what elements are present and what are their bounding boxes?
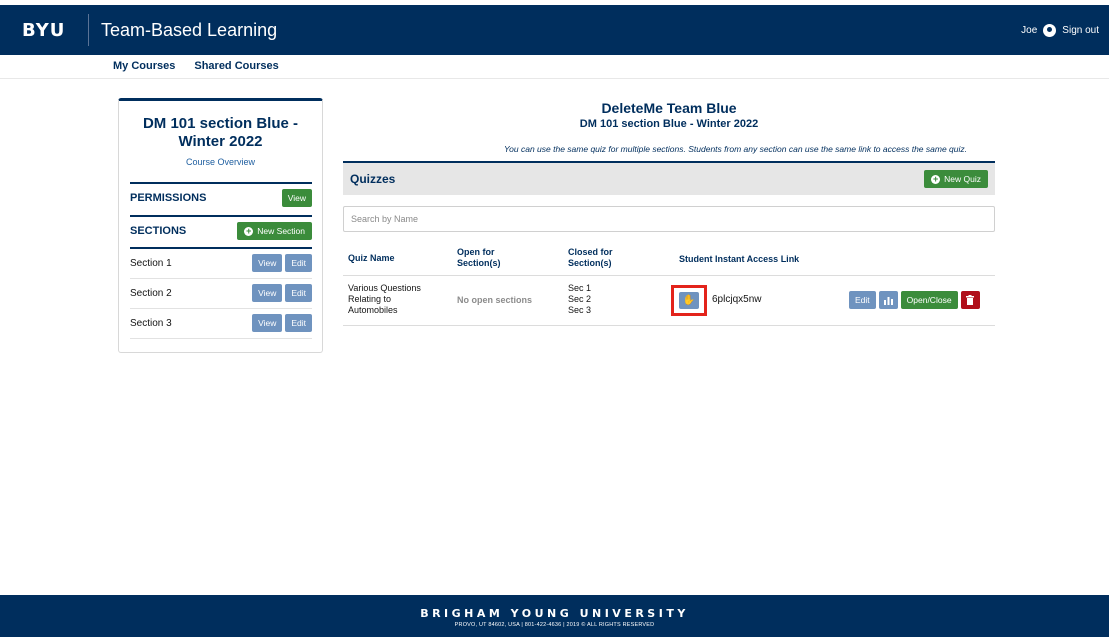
col-access-link: Student Instant Access Link: [679, 254, 800, 264]
trash-icon: [966, 295, 975, 305]
section-row: Section 2 View Edit: [130, 284, 312, 302]
col-closed-for: Closed for Section(s): [568, 247, 613, 269]
permissions-row: PERMISSIONS View: [130, 189, 312, 207]
col-closed-for-line-1: Closed for: [568, 247, 613, 257]
byu-logo[interactable]: BYU: [22, 20, 84, 41]
page: BYU Team-Based Learning Joe Sign out My …: [0, 0, 1109, 637]
section-row: Section 1 View Edit: [130, 254, 312, 272]
section-edit-button[interactable]: Edit: [285, 254, 312, 272]
sections-label: SECTIONS: [130, 225, 187, 237]
user-circle-icon: [1043, 23, 1057, 37]
top-header: BYU Team-Based Learning Joe Sign out: [0, 5, 1109, 55]
col-open-for: Open for Section(s): [457, 247, 501, 269]
quizzes-header: Quizzes + New Quiz: [343, 161, 995, 195]
section-edit-button[interactable]: Edit: [285, 284, 312, 302]
quiz-name-cell[interactable]: Various Questions Relating to Automobile…: [348, 283, 421, 316]
quizzes-title: Quizzes: [350, 172, 396, 186]
delete-quiz-button[interactable]: [960, 291, 980, 309]
app-title[interactable]: Team-Based Learning: [101, 20, 277, 41]
section-view-button[interactable]: View: [252, 284, 283, 302]
course-subtitle: DM 101 section Blue - Winter 2022: [579, 118, 759, 130]
row-actions: Edit Open/Close: [849, 291, 980, 309]
new-quiz-label: New Quiz: [944, 174, 981, 184]
nav-divider: [0, 78, 1109, 79]
access-link-highlight: ✋: [671, 285, 707, 316]
course-overview-link[interactable]: Course Overview: [119, 157, 322, 167]
permissions-view-button[interactable]: View: [281, 189, 312, 207]
quiz-name-line-2: Relating to: [348, 294, 392, 304]
copy-access-link-button[interactable]: ✋: [679, 292, 699, 309]
results-button[interactable]: [878, 291, 898, 309]
nav-shared-courses[interactable]: Shared Courses: [194, 60, 278, 72]
section-view-button[interactable]: View: [252, 314, 283, 332]
main-nav: My Courses Shared Courses: [113, 60, 279, 72]
plus-circle-icon: +: [931, 173, 941, 184]
course-title: DM 101 section Blue - Winter 2022: [119, 115, 322, 151]
sections-header-row: SECTIONS + New Section: [130, 222, 312, 240]
section-view-button[interactable]: View: [252, 254, 283, 272]
sections-top-divider: [130, 215, 312, 217]
bar-chart-icon: [883, 296, 893, 305]
quiz-name-line-3: Automobiles: [348, 305, 398, 315]
section-divider: [130, 338, 312, 339]
user-area: Joe Sign out: [1021, 23, 1099, 37]
footer-university: BRIGHAM YOUNG UNIVERSITY: [420, 607, 689, 620]
course-sidebar: DM 101 section Blue - Winter 2022 Course…: [118, 98, 323, 353]
section-name: Section 3: [130, 317, 172, 329]
section-edit-button[interactable]: Edit: [285, 314, 312, 332]
search-input[interactable]: [343, 206, 995, 232]
col-open-for-line-2: Section(s): [457, 258, 501, 268]
new-section-label: New Section: [257, 226, 305, 236]
page-footer: BRIGHAM YOUNG UNIVERSITY PROVO, UT 84602…: [0, 595, 1109, 637]
course-title-line-2: Winter 2022: [178, 133, 263, 150]
new-section-button[interactable]: + New Section: [237, 222, 312, 240]
closed-section-1: Sec 1: [568, 283, 592, 293]
open-close-button[interactable]: Open/Close: [900, 291, 958, 309]
closed-section-2: Sec 2: [568, 294, 592, 304]
header-divider: [88, 14, 89, 46]
permissions-label: PERMISSIONS: [130, 192, 207, 204]
quiz-note: You can use the same quiz for multiple s…: [503, 144, 967, 154]
footer-address: PROVO, UT 84602, USA | 801-422-4636 | 20…: [454, 622, 655, 628]
section-divider: [130, 308, 312, 309]
user-name: Joe: [1021, 24, 1038, 36]
table-row-divider: [343, 325, 995, 326]
quiz-name-line-1: Various Questions: [348, 283, 421, 293]
open-sections-cell: No open sections: [457, 295, 533, 305]
section-row: Section 3 View Edit: [130, 314, 312, 332]
new-quiz-button[interactable]: + New Quiz: [924, 170, 988, 188]
team-title: DeleteMe Team Blue: [601, 100, 737, 116]
col-open-for-line-1: Open for: [457, 247, 495, 257]
sections-list-divider: [130, 247, 312, 249]
section-name: Section 1: [130, 257, 172, 269]
table-header-divider: [343, 275, 995, 276]
section-name: Section 2: [130, 287, 172, 299]
col-closed-for-line-2: Section(s): [568, 258, 612, 268]
permissions-top-divider: [130, 182, 312, 184]
access-code: 6plcjqx5nw: [712, 294, 762, 305]
course-title-line-1: DM 101 section Blue -: [142, 115, 299, 132]
nav-my-courses[interactable]: My Courses: [113, 60, 175, 72]
col-quiz-name: Quiz Name: [348, 253, 395, 263]
plus-circle-icon: +: [244, 225, 254, 236]
section-divider: [130, 278, 312, 279]
pointer-hand-icon: ✋: [682, 295, 696, 306]
quiz-edit-button[interactable]: Edit: [849, 291, 876, 309]
sign-out-link[interactable]: Sign out: [1062, 25, 1099, 36]
closed-sections-cell: Sec 1 Sec 2 Sec 3: [568, 283, 591, 316]
closed-section-3: Sec 3: [568, 305, 592, 315]
